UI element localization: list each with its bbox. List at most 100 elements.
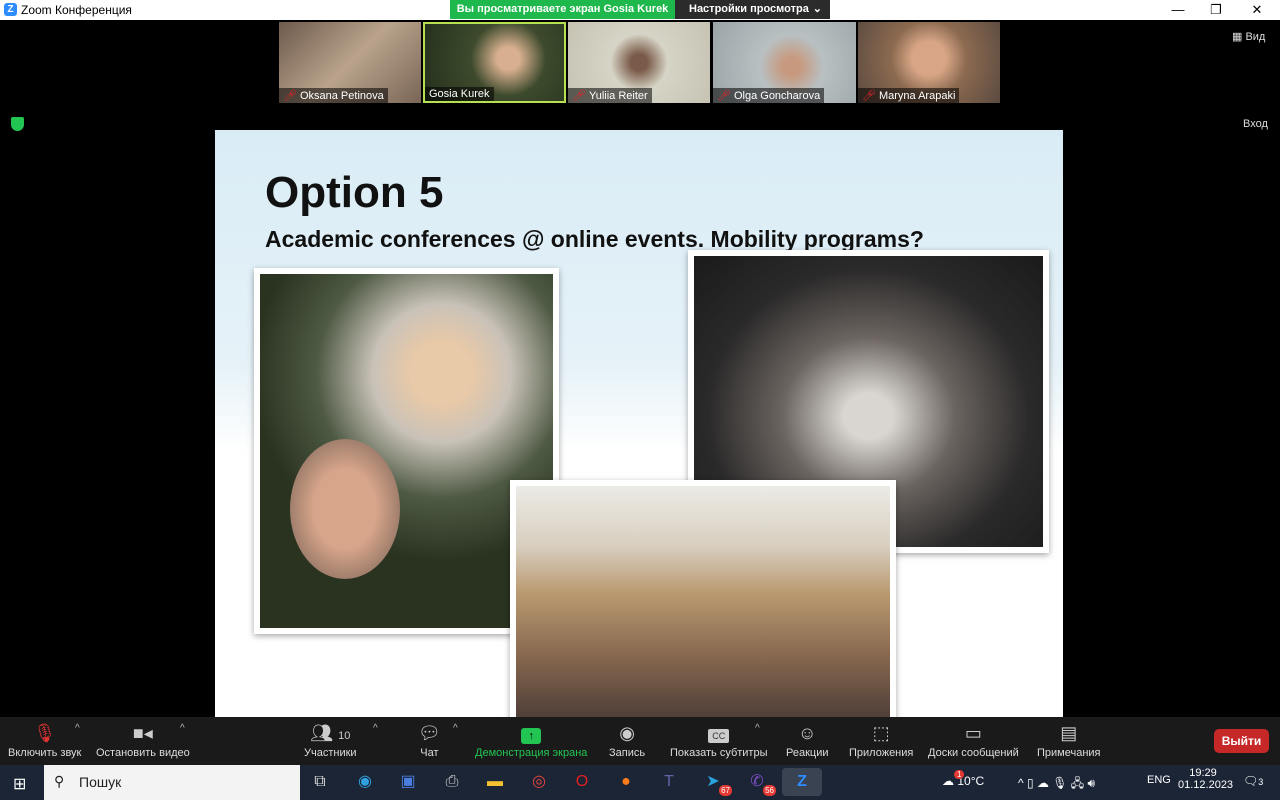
close-button[interactable]: ✕	[1234, 0, 1280, 20]
slide-title: Option 5	[265, 168, 444, 217]
whiteboards-label: Доски сообщений	[928, 747, 1019, 759]
chat-bubble-icon: 💬︎	[418, 723, 441, 743]
reactions-button[interactable]: ☺ Реакции	[786, 719, 829, 759]
view-options-button[interactable]: Настройки просмотра ⌄	[675, 0, 830, 19]
participant-tile[interactable]: 🎤︎ Maryna Arapaki	[858, 22, 1000, 103]
zoom-logo-icon: Z	[4, 3, 17, 16]
unmute-label: Включить звук	[8, 747, 82, 759]
window-title: Zoom Конференция	[21, 3, 132, 17]
firefox-icon[interactable]: ●	[611, 768, 641, 796]
captions-label: Показать субтитры	[670, 747, 768, 759]
file-explorer-icon[interactable]: ▬	[480, 768, 510, 796]
participant-name: Olga Goncharova	[733, 90, 821, 102]
time: 19:29	[1189, 767, 1217, 779]
viber-icon[interactable]: ✆ 56	[742, 768, 776, 796]
muted-mic-icon: 🎤︎	[717, 90, 731, 102]
participants-icon: 👥︎	[310, 723, 334, 743]
windows-start-icon[interactable]: ⊞	[13, 774, 26, 794]
group-photo-auditorium	[510, 480, 896, 717]
notes-button[interactable]: ▤ Примечания	[1037, 719, 1101, 759]
cc-icon: CC	[708, 729, 730, 743]
date: 01.12.2023	[1178, 779, 1234, 791]
muted-mic-icon: 🎤︎	[283, 90, 297, 102]
muted-mic-icon: 🎙	[33, 723, 57, 743]
share-banner: Вы просматриваете экран Gosia Kurek Наст…	[450, 0, 830, 19]
stop-video-button[interactable]: ■◂ Остановить видео	[96, 719, 190, 759]
apps-icon: ⬚	[872, 723, 890, 743]
participant-name: Gosia Kurek	[429, 88, 490, 100]
leave-button[interactable]: Выйти	[1214, 729, 1269, 753]
share-screen-button[interactable]: ↑ Демонстрация экрана	[475, 719, 587, 759]
participant-tile[interactable]: 🎤︎ Yuliia Reiter	[568, 22, 710, 103]
telegram-icon[interactable]: ➤ 67	[698, 768, 732, 796]
zoom-taskbar-icon[interactable]: Z	[782, 768, 822, 796]
participant-name: Oksana Petinova	[299, 90, 384, 102]
chat-caret[interactable]: ^	[453, 723, 458, 734]
telegram-badge: 67	[719, 785, 732, 796]
participants-button[interactable]: 👥︎ 10 Участники	[304, 719, 357, 759]
smiley-icon: ☺	[798, 723, 817, 743]
reactions-label: Реакции	[786, 747, 829, 759]
tray-icons[interactable]: ^ ▯ ☁ 🎙︎ 🖧 🔊︎	[1018, 774, 1095, 795]
app-icon[interactable]: ▣	[393, 768, 423, 796]
view-options-label: Настройки просмотра	[689, 3, 809, 15]
participant-tile-active-speaker[interactable]: Gosia Kurek	[423, 22, 566, 103]
chevron-down-icon: ⌄	[812, 3, 822, 15]
search-icon: ⚲	[54, 773, 65, 789]
stop-video-label: Остановить видео	[96, 747, 190, 759]
video-camera-icon: ■◂	[132, 723, 153, 743]
viber-badge: 56	[763, 785, 776, 796]
record-icon: ◉	[619, 723, 635, 743]
view-label: Вид	[1245, 31, 1266, 43]
participant-tile[interactable]: 🎤︎ Olga Goncharova	[713, 22, 856, 103]
record-label: Запись	[609, 747, 646, 759]
edge-icon[interactable]: ◉	[350, 768, 380, 796]
participants-label: Участники	[304, 747, 357, 759]
notes-icon: ▤	[1060, 723, 1078, 743]
audio-options-caret[interactable]: ^	[75, 723, 80, 734]
apps-label: Приложения	[849, 747, 914, 759]
muted-mic-icon: 🎤︎	[862, 90, 876, 102]
captions-caret[interactable]: ^	[755, 723, 760, 734]
participant-name: Yuliia Reiter	[588, 90, 648, 102]
weather-widget[interactable]: ☁ 1 10°C	[942, 770, 984, 788]
printer-icon[interactable]: ⎙	[437, 768, 467, 796]
task-view-icon[interactable]: ⧉	[305, 768, 335, 796]
captions-button[interactable]: CC Показать субтитры	[670, 719, 768, 759]
participants-count: 10	[338, 730, 351, 742]
whiteboards-button[interactable]: ▭ Доски сообщений	[928, 719, 1019, 759]
viewing-screen-label: Вы просматриваете экран Gosia Kurek	[450, 0, 675, 19]
meeting-toolbar: 🎙 Включить звук ^ ■◂ Остановить видео ^ 👥︎…	[0, 717, 1280, 765]
apps-button[interactable]: ⬚ Приложения	[849, 719, 913, 759]
participant-tile[interactable]: 🎤︎ Oksana Petinova	[279, 22, 421, 103]
participants-caret[interactable]: ^	[373, 723, 378, 734]
enter-button[interactable]: Вход	[1243, 118, 1268, 130]
share-screen-label: Демонстрация экрана	[475, 747, 588, 759]
search-placeholder: Пошук	[79, 774, 122, 790]
video-options-caret[interactable]: ^	[180, 723, 185, 734]
view-button[interactable]: ▦ Вид	[1232, 30, 1265, 43]
language-indicator[interactable]: ENG	[1147, 774, 1171, 786]
clock[interactable]: 19:29 01.12.2023	[1178, 767, 1234, 791]
chrome-icon[interactable]: ◎	[524, 768, 554, 796]
slide-subtitle: Academic conferences @ online events. Mo…	[265, 226, 924, 252]
chat-label: Чат	[420, 747, 439, 759]
grid-icon: ▦	[1232, 31, 1246, 43]
unmute-button[interactable]: 🎙 Включить звук	[8, 719, 81, 759]
opera-icon[interactable]: O	[567, 768, 597, 796]
taskbar-search[interactable]: ⚲ Пошук	[44, 765, 300, 800]
chat-button[interactable]: 💬︎ Чат	[418, 719, 441, 759]
maximize-button[interactable]: ❐	[1193, 0, 1239, 20]
whiteboard-icon: ▭	[964, 723, 982, 743]
cloud-icon: ☁	[942, 774, 954, 788]
notifications-count: 3	[1258, 777, 1264, 787]
security-shield-icon[interactable]	[11, 117, 24, 131]
presentation-slide: Option 5 Academic conferences @ online e…	[215, 130, 1063, 717]
notifications-button[interactable]: 🗨︎3	[1243, 774, 1263, 788]
share-arrow-icon: ↑	[521, 728, 542, 744]
record-button[interactable]: ◉ Запись	[609, 719, 645, 759]
notes-label: Примечания	[1037, 747, 1101, 759]
teams-icon[interactable]: T	[654, 768, 684, 796]
muted-mic-icon: 🎤︎	[572, 90, 586, 102]
participant-name: Maryna Arapaki	[878, 90, 956, 102]
